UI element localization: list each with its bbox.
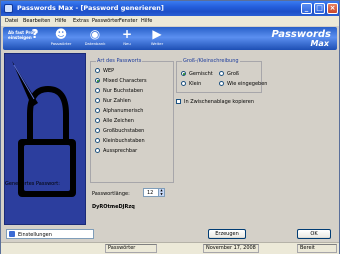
radio-label: Gemischt (189, 71, 213, 77)
radio-label: Großbuchstaben (103, 128, 145, 134)
app-icon (4, 4, 13, 13)
radio-label: Nur Zahlen (103, 98, 131, 104)
status-right: Bereit (297, 244, 337, 253)
passwords-button[interactable]: ☻ Passwörter (47, 28, 75, 49)
radio-label: Kleinbuchstaben (103, 138, 145, 144)
radio-case-lower[interactable] (181, 81, 186, 86)
window-title: Passwords Max - [Password generieren] (17, 4, 164, 12)
radio-uppercase[interactable] (95, 128, 100, 133)
toolbar: Ab fast Profi-einsteigen ? ☻ Passwörter … (3, 27, 337, 50)
radio-label: Wie eingegeben (227, 81, 268, 87)
menu-item[interactable]: Hilfe (141, 18, 152, 24)
clipboard-checkbox-label: In Zwischenablage kopieren (184, 99, 255, 105)
status-left: Passwörter (105, 244, 157, 253)
brand-logo: Passwords Max (272, 29, 332, 48)
new-button-label: Neu (123, 41, 131, 46)
length-spinner[interactable]: 12 ▲ ▼ (143, 188, 165, 197)
lock-icon (12, 61, 76, 197)
brand-line-2: Max (310, 39, 329, 48)
radio-pronounceable[interactable] (95, 148, 100, 153)
status-date: November 17, 2008 (203, 244, 259, 253)
radio-all-chars[interactable] (95, 118, 100, 123)
minimize-button[interactable]: _ (301, 3, 312, 14)
ok-button[interactable]: OK (297, 229, 331, 239)
help-button[interactable]: ? (23, 28, 47, 49)
menu-bar: Datei Bearbeiten Hilfe Extras Passwörter… (1, 16, 339, 26)
radio-label: Alphanumerisch (103, 108, 144, 114)
radio-label: Alle Zeichen (103, 118, 134, 124)
settings-field[interactable]: Einstellungen (6, 229, 94, 239)
title-bar[interactable]: Passwords Max - [Password generieren] _ … (1, 1, 339, 16)
length-label: Passwortlänge: (92, 191, 130, 197)
radio-label: Groß (227, 71, 240, 77)
settings-label: Einstellungen (18, 232, 52, 238)
radio-label: WEP (103, 68, 115, 74)
passwords-button-label: Passwörter (50, 41, 72, 46)
menu-item[interactable]: Bearbeiten (23, 18, 50, 24)
menu-item[interactable]: Passwörter (92, 18, 119, 24)
case-group-title: Groß-/Kleinschreibung (182, 58, 240, 64)
length-value: 12 (147, 190, 154, 196)
app-window: Passwords Max - [Password generieren] _ … (0, 0, 340, 254)
help-icon: ? (31, 27, 39, 41)
database-button-label: Datenbank (84, 41, 106, 46)
generate-button[interactable]: Erzeugen (208, 229, 246, 239)
radio-label: Mixed Characters (103, 78, 147, 84)
radio-wep[interactable] (95, 68, 100, 73)
arrow-right-icon: ▶ (152, 27, 162, 41)
radio-numbers[interactable] (95, 98, 100, 103)
radio-label: Klein (189, 81, 202, 87)
menu-item[interactable]: Extras (73, 18, 89, 24)
radio-case-upper[interactable] (219, 71, 224, 76)
spinner-arrows-icon[interactable]: ▲ ▼ (158, 188, 164, 196)
generated-password-caption: Generiertes Passwort: (5, 181, 60, 187)
menu-item[interactable]: Datei (5, 18, 18, 24)
radio-lowercase[interactable] (95, 138, 100, 143)
database-icon: ◉ (89, 27, 101, 41)
password-type-title: Art des Passworts (96, 58, 143, 64)
next-button-label: Weiter (150, 41, 164, 46)
sidebar-panel (4, 53, 86, 225)
radio-letters[interactable] (95, 88, 100, 93)
generated-password-value[interactable]: DyROtmeDJRzq (92, 204, 135, 210)
radio-label: Aussprechbar (103, 148, 138, 154)
radio-case-as-typed[interactable] (219, 81, 224, 86)
radio-case-mixed[interactable] (181, 71, 186, 76)
clipboard-checkbox[interactable] (176, 99, 181, 104)
new-button[interactable]: + Neu (115, 28, 139, 49)
plus-icon: + (121, 27, 133, 41)
status-bar: Passwörter November 17, 2008 Bereit (1, 242, 339, 254)
radio-mixed[interactable] (95, 78, 100, 83)
users-icon: ☻ (54, 27, 68, 41)
close-button[interactable]: × (327, 3, 338, 14)
menu-item[interactable]: Hilfe (55, 18, 66, 24)
case-group: Groß-/Kleinschreibung (176, 58, 262, 93)
radio-label: Nur Buchstaben (103, 88, 144, 94)
radio-alphanumeric[interactable] (95, 108, 100, 113)
database-button[interactable]: ◉ Datenbank (81, 28, 109, 49)
maximize-button[interactable]: □ (314, 3, 325, 14)
menu-item[interactable]: Fenster (119, 18, 138, 24)
next-button[interactable]: ▶ Weiter (145, 28, 169, 49)
settings-icon (9, 231, 15, 237)
